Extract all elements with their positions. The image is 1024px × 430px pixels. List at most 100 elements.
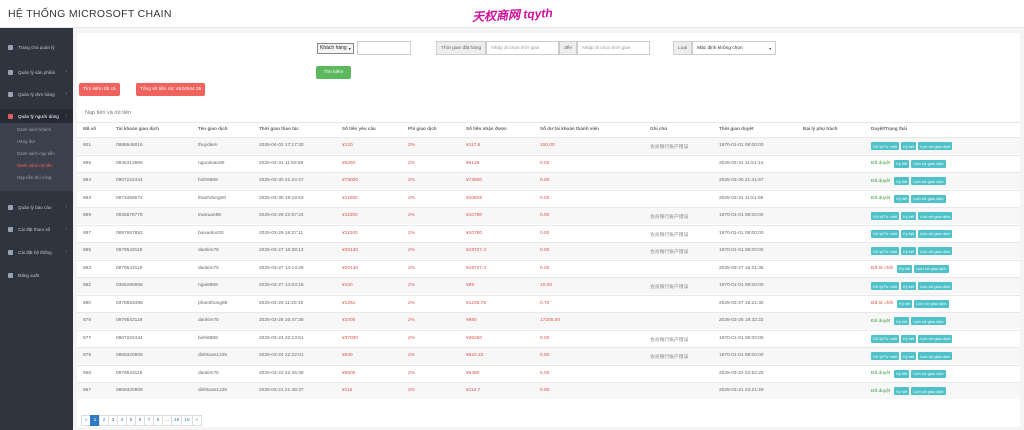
table-row: 877 0907222444 binh6868 2025-03-24 22:13:51… [77,329,1020,347]
action-button[interactable]: Ký kết [894,369,910,378]
action-button[interactable]: Xử lý/Từ chối [871,212,900,220]
customer-select[interactable]: Khách hàng ▾ [317,42,354,54]
search-all-button[interactable]: Tìm kiếm tất cả [79,83,120,96]
cell-received: ¥1235.78 [466,300,487,306]
action-button[interactable]: Lịch sử giao dịch [911,159,946,168]
cell-approved: 2025-03-25 19:32:22 [719,318,764,323]
start-time-input[interactable]: Nhập đi chọn thời gian [486,41,560,55]
cell-name: dankim75 [198,318,219,323]
sidebar-item-chart[interactable]: Quản lý báo cáo › [0,200,73,214]
type-select[interactable]: Mặc định không chọn ▾ [692,41,777,55]
cell-approved: 2025-03-27 16:21:36 [719,265,764,271]
divider [77,122,1020,123]
action-button[interactable]: Ký kết [897,299,913,308]
logout-icon [8,272,13,278]
submenu-item[interactable]: Danh sách khách [17,127,51,132]
action-button[interactable]: Xử lý/Từ chối [871,142,900,150]
row-actions: Xử lý/Từ chối Ký kết Lịch sử giao dịch [871,247,953,255]
watermark-text: 天权商网 tqyth [471,5,554,25]
cell-approved: 2025-03-31 11:51:05 [719,195,764,201]
sidebar-item-user[interactable]: Quản lý người dùng › [0,109,73,123]
cell-amount: ¥6250 [342,160,356,166]
action-button[interactable]: Ký kết [897,264,913,273]
home-icon [8,44,13,50]
action-button[interactable]: Ký kết [901,142,917,150]
cell-approved: 1970-01-01 08:00:00 [719,335,764,341]
table-row: 889 0935878778 trantuan88 2025-03-29 22:57:… [77,207,1020,224]
action-button[interactable]: Lịch sử giao dịch [914,299,949,308]
cell-id: 878 [83,318,92,323]
action-button[interactable]: Ký kết [901,282,917,290]
action-button[interactable]: Xử lý/Từ chối [871,229,900,238]
sidebar-item-label: Cài đặt hệ thống [18,249,52,255]
submenu-item[interactable]: Nạp tiền thủ công [17,175,51,180]
action-button[interactable]: Lịch sử giao dịch [918,247,953,255]
cell-time: 2025-03-24 22:22:01 [259,353,304,358]
sidebar-item-cart[interactable]: Quản lý đơn hàng › [0,87,73,101]
cell-fee: 2% [408,143,415,148]
action-button[interactable]: Ký kết [901,334,917,343]
total-withdraw-button[interactable]: Tổng số tiền rút: 4624944.35 [136,83,206,96]
cell-amount: ¥5500 [342,370,356,376]
action-button[interactable]: Ký kết [901,212,917,220]
action-button[interactable]: Xử lý/Từ chối [871,352,900,360]
page-link[interactable]: » [191,415,202,426]
cell-amount: ¥37000 [342,335,359,341]
customer-input[interactable] [356,41,411,55]
submenu-item[interactable]: Danh sách nạp tiền [17,151,55,156]
action-button[interactable]: Ký kết [894,317,910,325]
action-button[interactable]: Ký kết [901,352,917,360]
table-row: 901 0986546016 thuydiem 2025-04-02 17:17:30… [77,137,1020,154]
sidebar-item-sliders[interactable]: Cài đặt tham số › [0,222,73,236]
cell-note: 会员银行账户错误 [650,145,689,150]
action-button[interactable]: Lịch sử giao dịch [914,264,949,273]
chevron-right-icon: › [65,226,67,232]
cell-account: 0907222444 [116,178,143,183]
sidebar-item-logout[interactable]: Đăng xuất [0,268,73,282]
action-button[interactable]: Ký kết [901,229,917,238]
column-header: Mã số [83,126,97,131]
action-button[interactable]: Xử lý/Từ chối [871,247,900,255]
cell-note: 会员银行账户错误 [650,232,689,238]
end-time-input[interactable]: Nhập đi chọn thời gian [577,41,651,55]
action-button[interactable]: Ký kết [901,247,917,255]
cell-received: ¥822.22 [466,353,484,358]
table-row: 885 0979543119 dankim75 2025-03-27 16:38:13… [77,242,1020,259]
sidebar-item-label: Quản lý người dùng [18,113,59,119]
action-button[interactable]: Lịch sử giao dịch [911,369,946,378]
submenu-item[interactable]: Danh sách rút tiền [17,163,53,168]
action-button[interactable]: Lịch sử giao dịch [918,142,953,150]
action-button[interactable]: Lịch sử giao dịch [918,282,953,290]
table-row: 882 0365280668 ngai6868 2025-03-27 14:03:16… [77,277,1020,294]
action-button[interactable]: Xử lý/Từ chối [871,334,900,343]
action-button[interactable]: Ký kết [894,194,910,203]
cell-approved: 1970-01-01 08:00:00 [719,248,764,253]
cell-approved: 2025-03-21 22:21:29 [719,388,764,393]
action-button[interactable]: Lịch sử giao dịch [918,212,953,220]
action-button[interactable]: Lịch sử giao dịch [918,229,953,238]
row-actions: Xử lý/Từ chối Ký kết Lịch sử giao dịch [871,282,953,290]
action-button[interactable]: Lịch sử giao dịch [911,387,946,395]
cell-time: 2025-03-29 18:27:11 [259,230,304,236]
cell-fee: 2% [408,318,415,323]
sidebar-item-box[interactable]: Quản lý sản phẩm › [0,65,73,79]
action-button[interactable]: Lịch sử giao dịch [911,177,946,185]
action-button[interactable]: Ký kết [894,159,910,168]
action-button[interactable]: Lịch sử giao dịch [911,194,946,203]
action-button[interactable]: Ký kết [894,177,910,185]
sidebar-item-home[interactable]: Trang chủ quản lý [0,40,73,54]
sidebar-item-gear[interactable]: Cài đặt hệ thống › [0,245,73,259]
cell-name: dinhtoan1225 [198,388,228,393]
table-row: 894 0907222444 binh6868 2025-03-30 21:24:47… [77,172,1020,189]
action-button[interactable]: Xử lý/Từ chối [871,282,900,290]
cell-name: trantuan88 [198,213,221,218]
table-row: 883 0979543119 dankim75 2025-03-27 14:14:29… [77,259,1020,277]
column-header: Số dư tài khoản thành viên [540,126,599,131]
submenu-item[interactable]: Hàng đợi [17,139,35,144]
action-button[interactable]: Ký kết [894,387,910,395]
action-button[interactable]: Lịch sử giao dịch [918,334,953,343]
cell-name: phamthong88 [198,300,228,306]
search-button[interactable]: Tìm kiếm [316,66,351,79]
action-button[interactable]: Lịch sử giao dịch [918,352,953,360]
action-button[interactable]: Lịch sử giao dịch [911,317,946,325]
